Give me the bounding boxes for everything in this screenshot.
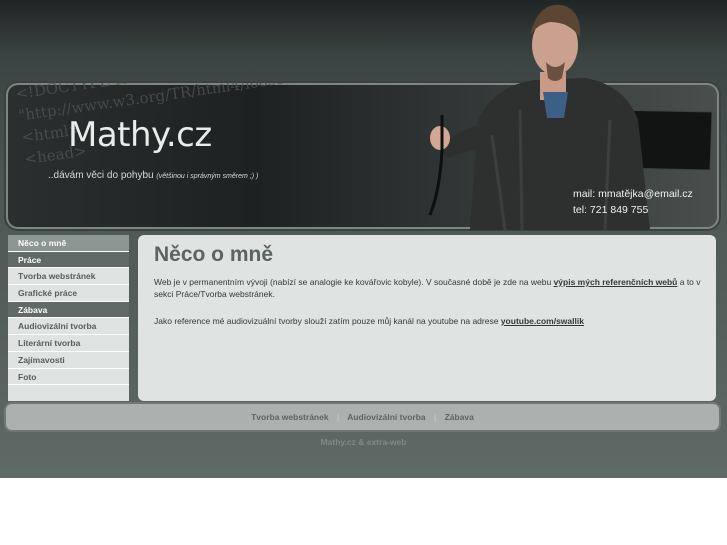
tagline-small: (většinou i správným směrem ;) ) (156, 173, 259, 180)
youtube-text: Jako reference mé audiovizuální tvorby s… (154, 316, 499, 326)
footer-link-zabava[interactable]: Zábava (445, 412, 474, 422)
tagline: ..dávám věci do pohybu (většinou i správ… (48, 170, 258, 181)
sidebar-item-zajimavosti[interactable]: Zajímavosti (8, 352, 129, 369)
sidebar-item-tvorba-webstranek[interactable]: Tvorba webstránek (8, 268, 129, 286)
footer-separator: | (336, 412, 340, 422)
code-watermark: <!DOCTYPE HTML PUBLIC "-//W3C//DTD HTML … (14, 83, 335, 169)
youtube-link[interactable]: youtube.com/swallik (501, 316, 584, 326)
contact-mail[interactable]: mail: mmatějka@email.cz (573, 186, 693, 202)
sidebar-item-neco-o-mne[interactable]: Něco o mně (8, 235, 129, 252)
copyright: Mathy.cz & extra-web (320, 437, 407, 447)
sidebar-item-literarni-tvorba[interactable]: Literární tvorba (8, 335, 129, 352)
tagline-main: ..dávám věci do pohybu (48, 170, 154, 181)
contact-info: mail: mmatějka@email.cz tel: 721 849 755 (573, 186, 693, 218)
footer-nav: Tvorba webstránek | Audiovizální tvorba … (6, 404, 719, 430)
footer-link-audiovizualni-tvorba[interactable]: Audiovizální tvorba (347, 412, 425, 422)
sidebar-nav: Něco o mně Práce Tvorba webstránek Grafi… (8, 235, 129, 401)
sidebar-item-graficke-prace[interactable]: Grafické práce (8, 285, 129, 302)
intro-paragraph: Web je v permanentním vývoji (nabízí se … (154, 276, 706, 300)
footer-separator: | (434, 412, 437, 422)
contact-phone: tel: 721 849 755 (573, 204, 649, 216)
main-content: Něco o mně Web je v permanentním vývoji … (138, 235, 716, 401)
site-logo[interactable]: Mathy.cz (68, 115, 212, 155)
references-link[interactable]: výpis mých referenčních webů (554, 277, 678, 287)
sidebar-item-audiovizualni-tvorba[interactable]: Audiovizální tvorba (8, 318, 129, 336)
footer-link-tvorba-webstranek[interactable]: Tvorba webstránek (251, 412, 328, 422)
sidebar-item-zabava[interactable]: Zábava (8, 301, 129, 319)
sidebar-item-prace[interactable]: Práce (8, 251, 129, 269)
youtube-paragraph: Jako reference mé audiovizuální tvorby s… (154, 315, 706, 327)
page-title: Něco o mně (154, 243, 274, 266)
sidebar-item-foto[interactable]: Foto (8, 369, 129, 386)
intro-text: Web je v permanentním vývoji (nabízí se … (154, 277, 552, 287)
